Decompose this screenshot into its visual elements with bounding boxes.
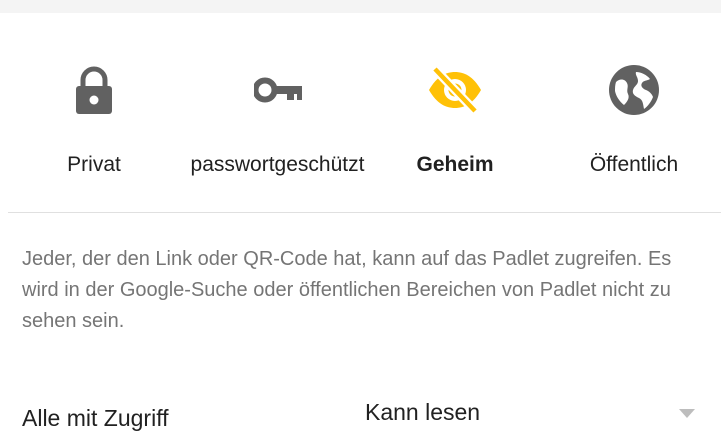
privacy-option-secret[interactable]: Geheim	[405, 55, 505, 195]
privacy-option-label: passwortgeschützt	[190, 153, 365, 176]
eye-off-icon	[405, 55, 505, 125]
access-label: Alle mit Zugriff	[22, 405, 169, 431]
privacy-description: Jeder, der den Link oder QR-Code hat, ka…	[22, 248, 672, 332]
privacy-option-password[interactable]: passwortgeschützt	[160, 55, 395, 195]
lock-icon	[44, 55, 144, 125]
divider	[8, 212, 721, 213]
privacy-option-private[interactable]: Privat	[44, 55, 144, 195]
privacy-option-public[interactable]: Öffentlich	[571, 55, 697, 195]
access-permission-dropdown[interactable]: Kann lesen	[355, 385, 721, 436]
key-icon	[160, 55, 395, 125]
top-bar	[0, 0, 721, 13]
globe-icon	[571, 55, 697, 125]
privacy-options: Privat passwortgeschützt Geheim Öffentli…	[0, 55, 721, 195]
privacy-option-label: Geheim	[416, 153, 494, 176]
chevron-down-icon	[679, 406, 695, 418]
access-permission-value: Kann lesen	[365, 399, 481, 425]
privacy-option-label: Privat	[67, 153, 121, 176]
access-row: Alle mit Zugriff Kann lesen	[0, 385, 721, 436]
privacy-option-label: Öffentlich	[589, 153, 679, 176]
